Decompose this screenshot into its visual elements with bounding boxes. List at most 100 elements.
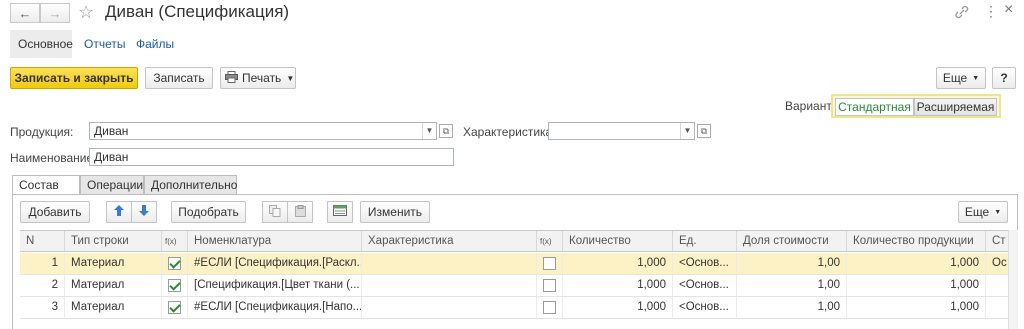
column-header-characteristic[interactable]: Характеристика — [362, 231, 537, 251]
move-up-button[interactable] — [106, 201, 132, 223]
arrow-up-icon — [114, 205, 124, 219]
cell-row-type: Материал — [65, 253, 162, 274]
tab-main[interactable]: Основное — [10, 30, 73, 58]
cell-quantity: 1,000 — [563, 253, 673, 274]
forward-button[interactable]: → — [40, 3, 70, 23]
table-row[interactable]: 2 Материал [Спецификация.[Цвет ткани (..… — [20, 275, 1008, 297]
save-and-close-button[interactable]: Записать и закрыть — [10, 67, 138, 89]
star-icon[interactable]: ☆ — [78, 2, 94, 23]
arrow-left-icon: ← — [18, 5, 32, 21]
cell-row-type: Материал — [65, 297, 162, 318]
cell-nomenclature: #ЕСЛИ [Спецификация.[Напо... — [188, 297, 362, 318]
cell-n: 2 — [20, 275, 65, 296]
cell-cost-share: 1,00 — [737, 297, 847, 318]
open-characteristic-icon[interactable]: ⧉ — [697, 124, 711, 138]
cell-characteristic — [362, 297, 537, 318]
tab-composition[interactable]: Состав (3) — [12, 175, 80, 210]
name-label: Наименование: — [10, 151, 97, 165]
product-value: Диван — [94, 124, 129, 138]
checkbox[interactable] — [543, 279, 556, 292]
tab-files[interactable]: Файлы — [128, 30, 182, 58]
column-header-formula[interactable]: f(x) — [162, 231, 188, 251]
cell-n: 1 — [20, 253, 65, 274]
move-down-button[interactable] — [131, 201, 157, 223]
more-vertical-icon[interactable]: ⋮ — [984, 3, 998, 20]
checkbox[interactable] — [168, 301, 181, 314]
page-title: Диван (Спецификация) — [105, 2, 290, 21]
open-product-icon[interactable]: ⧉ — [439, 124, 453, 138]
column-header-product-quantity[interactable]: Количество продукции — [847, 231, 986, 251]
formula-icon: f(x) — [540, 237, 552, 246]
table-row[interactable]: 1 Материал #ЕСЛИ [Спецификация.[Раскл...… — [20, 253, 1008, 275]
more-button[interactable]: Еще ▼ — [936, 67, 986, 89]
cell-cost-share: 1,00 — [737, 275, 847, 296]
table-header: N Тип строки f(x) Номенклатура Характери… — [20, 230, 1008, 252]
dropdown-arrow-icon[interactable]: ▼ — [680, 123, 694, 139]
back-button[interactable]: ← — [10, 3, 40, 23]
cell-formula-2 — [537, 253, 563, 274]
dropdown-arrow-icon[interactable]: ▼ — [422, 123, 436, 139]
cell-formula-2 — [537, 275, 563, 296]
variant-standard-option[interactable]: Стандартная — [835, 98, 914, 116]
chevron-down-icon: ▼ — [972, 74, 980, 82]
column-header-formula-2[interactable]: f(x) — [537, 231, 563, 251]
cell-extra: Ос — [992, 257, 1007, 269]
add-button[interactable]: Добавить — [20, 201, 90, 223]
table-scrollbar[interactable] — [1008, 230, 1018, 329]
printer-icon — [225, 70, 238, 86]
column-header-row-type[interactable]: Тип строки — [65, 231, 162, 251]
column-header-n[interactable]: N — [20, 231, 65, 251]
cell-extra — [986, 275, 1008, 296]
cell-formula — [162, 297, 188, 318]
arrow-right-icon: → — [48, 5, 62, 21]
table-row[interactable]: 3 Материал #ЕСЛИ [Спецификация.[Напо... … — [20, 297, 1008, 319]
cell-n: 3 — [20, 297, 65, 318]
cell-formula — [162, 253, 188, 274]
print-button[interactable]: Печать ▼ — [220, 67, 296, 89]
copy-icon — [269, 204, 281, 220]
column-header-unit[interactable]: Ед. — [673, 231, 737, 251]
tab-reports[interactable]: Отчеты — [76, 30, 133, 58]
copy-button[interactable] — [262, 201, 288, 223]
table-more-label: Еще — [964, 205, 990, 219]
column-header-cost-share[interactable]: Доля стоимости — [737, 231, 847, 251]
variant-extended-option[interactable]: Расширяемая — [914, 98, 997, 116]
pick-button[interactable]: Подобрать — [171, 201, 246, 223]
change-button[interactable]: Изменить — [360, 201, 430, 223]
tab-operations[interactable]: Операции — [80, 175, 144, 195]
product-label: Продукция: — [10, 125, 74, 139]
column-header-extra[interactable]: Ст — [986, 231, 1008, 251]
checkbox[interactable] — [543, 301, 556, 314]
column-header-quantity[interactable]: Количество — [563, 231, 673, 251]
tab-additional[interactable]: Дополнительно — [144, 175, 237, 195]
save-button[interactable]: Записать — [145, 67, 213, 89]
cell-product-quantity: 1,000 — [847, 275, 986, 296]
cell-quantity: 1,000 — [563, 297, 673, 318]
variant-switch: Стандартная Расширяемая — [831, 94, 1001, 118]
checkbox[interactable] — [168, 279, 181, 292]
characteristic-field[interactable]: ▼ — [548, 122, 695, 140]
column-header-nomenclature[interactable]: Номенклатура — [188, 231, 362, 251]
paste-button[interactable] — [287, 201, 313, 223]
cell-characteristic — [362, 253, 537, 274]
name-value: Диван — [94, 150, 129, 164]
link-icon[interactable] — [955, 5, 969, 22]
close-icon[interactable]: × — [1004, 1, 1013, 19]
checkbox[interactable] — [543, 257, 556, 270]
cell-nomenclature: #ЕСЛИ [Спецификация.[Раскл... — [188, 253, 362, 274]
cell-product-quantity: 1,000 — [847, 253, 986, 274]
cell-nomenclature: [Спецификация.[Цвет ткани (... — [188, 275, 362, 296]
table-more-button[interactable]: Еще ▼ — [958, 201, 1008, 223]
characteristic-label: Характеристика: — [463, 125, 556, 139]
cell-row-type: Материал — [65, 275, 162, 296]
name-field[interactable]: Диван — [89, 148, 454, 166]
help-button[interactable]: ? — [992, 67, 1016, 89]
product-field[interactable]: Диван ▼ — [89, 122, 437, 140]
cell-unit: <Основ... — [673, 253, 737, 274]
table-settings-button[interactable] — [327, 201, 353, 223]
formula-icon: f(x) — [165, 237, 177, 246]
cell-quantity: 1,000 — [563, 275, 673, 296]
cell-formula-2 — [537, 297, 563, 318]
checkbox[interactable] — [168, 257, 181, 270]
chevron-down-icon: ▼ — [286, 73, 295, 83]
